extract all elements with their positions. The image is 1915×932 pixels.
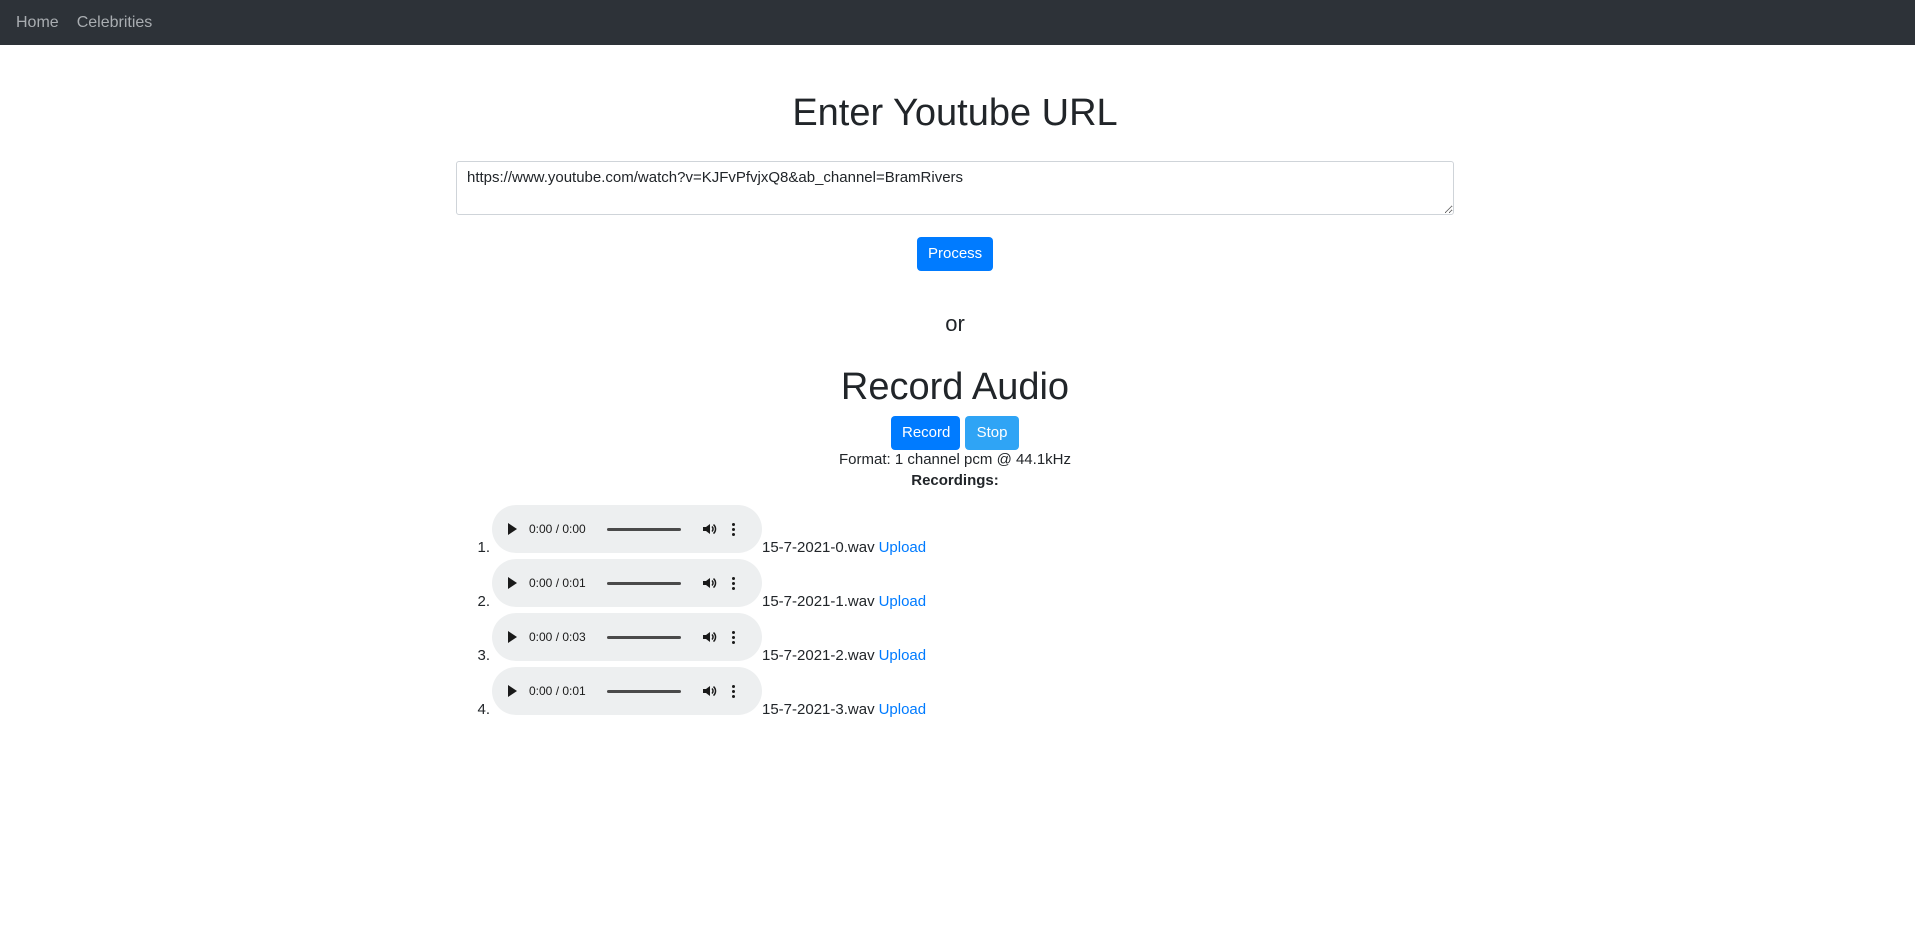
more-options-icon[interactable] — [731, 684, 735, 699]
more-options-icon[interactable] — [731, 630, 735, 645]
list-item-number: 2. — [477, 593, 490, 610]
list-item: 1. 0:00 / 0:00 15-7-2021-0.wav Upload — [470, 505, 1070, 559]
record-button[interactable]: Record — [891, 416, 960, 450]
seek-slider[interactable] — [607, 581, 681, 585]
or-divider-text: or — [945, 311, 965, 336]
volume-icon[interactable] — [701, 683, 717, 699]
navbar: Home Celebrities — [0, 0, 1915, 45]
stop-button[interactable]: Stop — [965, 416, 1019, 450]
file-name: 15-7-2021-1.wav Upload — [762, 593, 926, 610]
youtube-url-input[interactable] — [456, 161, 1454, 215]
file-name-text: 15-7-2021-2.wav — [762, 647, 875, 664]
upload-link[interactable]: Upload — [879, 593, 927, 610]
list-item: 3. 0:00 / 0:03 15-7-2021-2.wav Upload — [470, 613, 1070, 667]
process-button[interactable]: Process — [917, 237, 993, 271]
time-readout: 0:00 / 0:00 — [529, 522, 586, 536]
seek-slider[interactable] — [607, 635, 681, 639]
file-name-text: 15-7-2021-3.wav — [762, 701, 875, 718]
upload-link[interactable]: Upload — [879, 647, 927, 664]
format-text: Format: 1 channel pcm @ 44.1kHz — [839, 451, 1071, 468]
time-readout: 0:00 / 0:01 — [529, 576, 586, 590]
play-icon[interactable] — [508, 685, 517, 697]
file-name: 15-7-2021-2.wav Upload — [762, 647, 926, 664]
nav-link-celebrities[interactable]: Celebrities — [77, 14, 153, 32]
list-item-number: 3. — [477, 647, 490, 664]
list-item-number: 1. — [477, 539, 490, 556]
play-icon[interactable] — [508, 523, 517, 535]
audio-player[interactable]: 0:00 / 0:01 — [492, 667, 762, 715]
recordings-list: 1. 0:00 / 0:00 15-7-2021-0.wav Upload 2. … — [470, 505, 1070, 721]
time-readout: 0:00 / 0:01 — [529, 684, 586, 698]
record-audio-title: Record Audio — [840, 366, 1070, 408]
file-name-text: 15-7-2021-0.wav — [762, 539, 875, 556]
page-title: Enter Youtube URL — [792, 92, 1118, 134]
seek-slider[interactable] — [607, 527, 681, 531]
play-icon[interactable] — [508, 631, 517, 643]
file-name: 15-7-2021-0.wav Upload — [762, 539, 926, 556]
more-options-icon[interactable] — [731, 576, 735, 591]
audio-player[interactable]: 0:00 / 0:00 — [492, 505, 762, 553]
list-item: 2. 0:00 / 0:01 15-7-2021-1.wav Upload — [470, 559, 1070, 613]
file-name-text: 15-7-2021-1.wav — [762, 593, 875, 610]
volume-icon[interactable] — [701, 629, 717, 645]
recordings-label: Recordings: — [911, 472, 999, 489]
audio-player[interactable]: 0:00 / 0:03 — [492, 613, 762, 661]
list-item-number: 4. — [477, 701, 490, 718]
list-item: 4. 0:00 / 0:01 15-7-2021-3.wav Upload — [470, 667, 1070, 721]
volume-icon[interactable] — [701, 521, 717, 537]
file-name: 15-7-2021-3.wav Upload — [762, 701, 926, 718]
audio-player[interactable]: 0:00 / 0:01 — [492, 559, 762, 607]
nav-link-home[interactable]: Home — [16, 14, 59, 32]
volume-icon[interactable] — [701, 575, 717, 591]
seek-slider[interactable] — [607, 689, 681, 693]
upload-link[interactable]: Upload — [879, 701, 927, 718]
more-options-icon[interactable] — [731, 522, 735, 537]
time-readout: 0:00 / 0:03 — [529, 630, 586, 644]
play-icon[interactable] — [508, 577, 517, 589]
upload-link[interactable]: Upload — [879, 539, 927, 556]
